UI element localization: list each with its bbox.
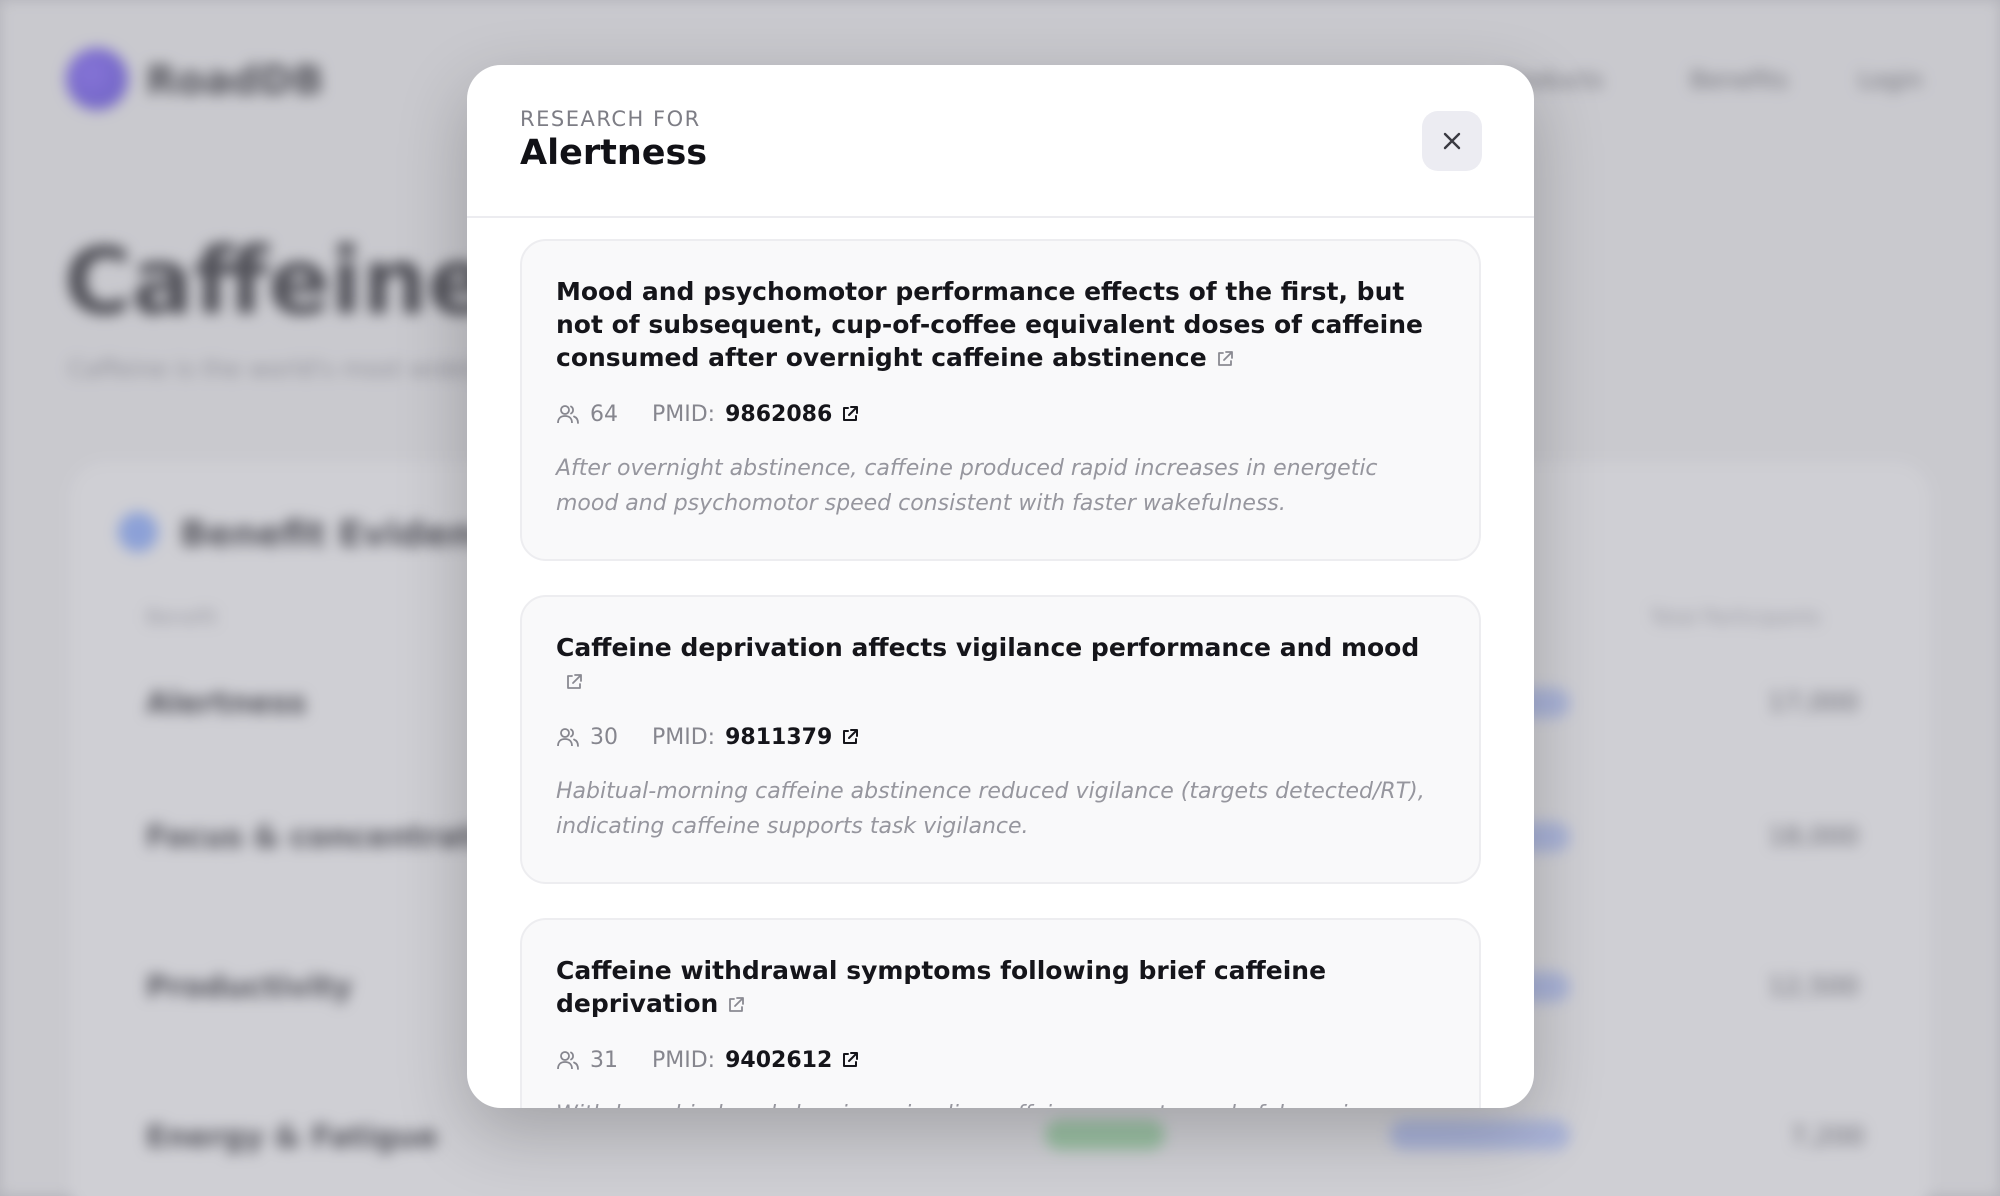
modal-title: Alertness (520, 133, 708, 173)
participants: 64 (556, 402, 618, 427)
pmid-label: PMID: (652, 724, 716, 750)
study-card: Caffeine deprivation affects vigilance p… (520, 595, 1481, 884)
participants: 30 (556, 725, 618, 750)
study-title-link[interactable]: Caffeine withdrawal symptoms following b… (556, 954, 1445, 1023)
study-title-link[interactable]: Caffeine deprivation affects vigilance p… (556, 631, 1445, 700)
study-title: Mood and psychomotor performance effects… (556, 277, 1423, 372)
study-meta: 64 PMID: 9862086 (556, 397, 1445, 431)
participants: 31 (556, 1048, 618, 1073)
study-title: Caffeine deprivation affects vigilance p… (556, 633, 1420, 662)
close-icon (1443, 132, 1461, 150)
modal-eyebrow: RESEARCH FOR (520, 107, 701, 131)
pmid-label: PMID: (652, 401, 716, 427)
study-summary: Habitual-morning caffeine abstinence red… (556, 779, 1425, 839)
pmid-external-link-icon[interactable] (840, 404, 860, 424)
study-title: Caffeine withdrawal symptoms following b… (556, 956, 1327, 1018)
study-summary: After overnight abstinence, caffeine pro… (556, 456, 1378, 516)
external-link-icon[interactable] (726, 990, 746, 1023)
participant-count: 30 (590, 724, 618, 750)
pmid-value[interactable]: 9402612 (725, 1048, 832, 1073)
research-modal: RESEARCH FOR Alertness Mood and psychomo… (467, 65, 1534, 1108)
study-card: Caffeine withdrawal symptoms following b… (520, 918, 1481, 1108)
users-icon (557, 1051, 579, 1070)
study-summary: Withdrawal-induced sleepiness implies ca… (556, 1097, 1445, 1108)
close-button[interactable] (1422, 111, 1482, 171)
study-meta: 30 PMID: 9811379 (556, 720, 1445, 754)
study-title-link[interactable]: Mood and psychomotor performance effects… (556, 275, 1445, 377)
participant-count: 31 (590, 1047, 618, 1073)
users-icon (557, 405, 579, 424)
pmid-value[interactable]: 9811379 (725, 725, 832, 750)
participant-count: 64 (590, 401, 618, 427)
study-card: Mood and psychomotor performance effects… (520, 239, 1481, 561)
modal-header: RESEARCH FOR Alertness (467, 65, 1534, 218)
external-link-icon[interactable] (564, 667, 584, 700)
pmid-external-link-icon[interactable] (840, 727, 860, 747)
pmid-external-link-icon[interactable] (840, 1050, 860, 1070)
study-meta: 31 PMID: 9402612 (556, 1043, 1445, 1077)
pmid-value[interactable]: 9862086 (725, 402, 832, 427)
users-icon (557, 728, 579, 747)
external-link-icon[interactable] (1215, 344, 1235, 377)
study-list: Mood and psychomotor performance effects… (520, 239, 1481, 1108)
pmid-label: PMID: (652, 1047, 716, 1073)
